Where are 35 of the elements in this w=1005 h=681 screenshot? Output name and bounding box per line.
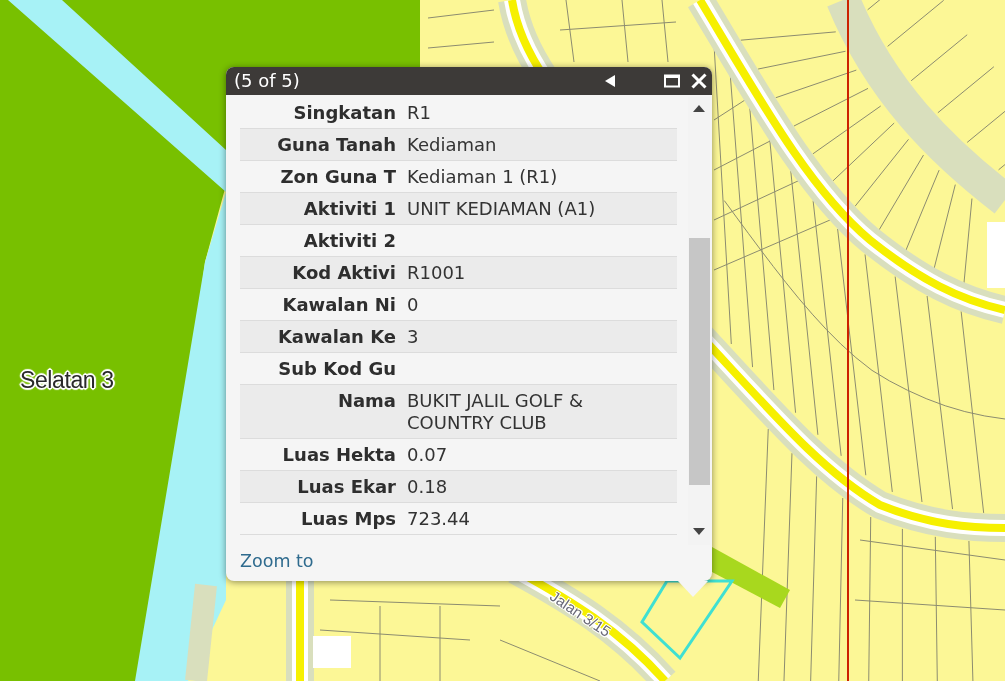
field-value: 0.07 [407,443,449,467]
field-value: UNIT KEDIAMAN (A1) [407,197,597,221]
field-value: Kediaman [407,133,498,157]
field-label: Guna Tanah [276,133,397,157]
previous-icon[interactable] [605,75,615,87]
close-icon[interactable] [691,73,707,89]
scroll-up-icon[interactable] [693,105,705,112]
field-label: Kawalan Ni [281,293,397,317]
field-value: R1 [407,101,432,125]
field-value: Kediaman 1 (R1) [407,165,559,189]
field-label: Nama [336,389,397,413]
field-value: 3 [407,325,420,349]
field-label: Aktiviti 1 [302,197,397,221]
field-value: BUKIT JALIL GOLF & COUNTRY CLUB [407,389,584,435]
field-label: Luas Mps [300,507,397,531]
field-label: Luas Ekar [296,475,397,499]
scroll-down-icon[interactable] [693,528,705,535]
empty-lot [987,222,1005,288]
field-label: Singkatan [292,101,397,125]
field-value: 723.44 [407,507,471,531]
field-value: 0 [407,293,420,317]
field-label: Kawalan Ke [276,325,397,349]
maximize-icon[interactable] [664,74,680,88]
empty-lot [313,636,351,668]
field-label: Sub Kod Gu [277,357,397,381]
field-value: R1001 [407,261,467,285]
scrollbar-thumb[interactable] [688,238,710,485]
field-value: 0.18 [407,475,449,499]
field-label: Zon Guna T [279,165,397,189]
field-label: Luas Hekta [281,443,397,467]
area-label: Selatan 3 [20,368,114,394]
field-label: Kod Aktivi [291,261,397,285]
zoom-to-link[interactable]: Zoom to [240,551,314,571]
field-label: Aktiviti 2 [302,229,397,253]
popup-title: (5 of 5) [234,70,300,92]
